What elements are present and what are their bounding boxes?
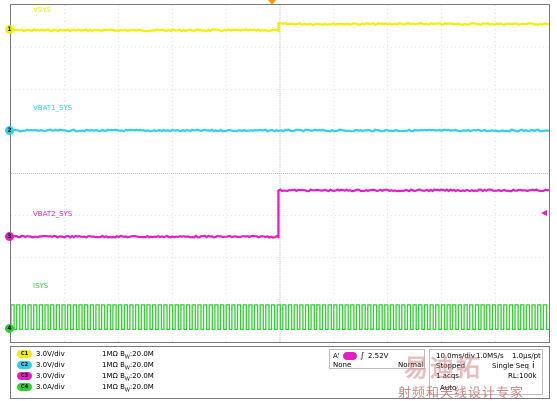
info-icon: i — [532, 361, 535, 371]
channel-row: C4 3.0A/div 1MΩ BW:20.0M — [17, 383, 154, 393]
trigger-label: A' — [333, 352, 340, 360]
channel-bw-value: :20.0M — [129, 361, 154, 369]
resolution: 1.0μs/pt — [512, 352, 541, 360]
channel-3-ground-marker: 3 — [5, 231, 14, 241]
record-length: RL:100k — [508, 372, 537, 380]
waveform-svg — [11, 5, 549, 342]
trace-label-vbat1_sys: VBAT1_SYS — [33, 103, 73, 112]
channel-impedance-bw: 1MΩ BW:20.0M — [102, 383, 154, 395]
trigger-level-marker — [541, 210, 547, 216]
trace-label-isys: ISYS — [33, 282, 49, 291]
channel-bw-value: :20.0M — [129, 350, 154, 358]
trace-isys — [11, 304, 549, 331]
channel-scale: 3.0V/div — [36, 361, 65, 369]
channel-scale: 3.0V/div — [36, 372, 65, 380]
channel-scale: 3.0V/div — [36, 350, 65, 358]
channel-impedance: 1MΩ — [102, 361, 121, 369]
trace-vbat1_sys — [11, 128, 549, 133]
watermark-text: 射频和天线设计专家 — [398, 386, 525, 401]
trace-label-vsys: VSYS — [33, 6, 51, 14]
channel-badge: C1 — [17, 350, 32, 358]
trace-label-vbat2_sys: VBAT2_SYS — [33, 209, 73, 218]
rising-edge-icon: ∫ — [360, 351, 365, 360]
channel-row: C2 3.0V/div 1MΩ BW:20.0M — [17, 361, 154, 371]
channel-badge: C3 — [17, 372, 32, 380]
channel-row: C3 3.0V/div 1MΩ BW:20.0M — [17, 372, 154, 382]
channel-badge: C2 — [17, 361, 32, 369]
channel-impedance: 1MΩ — [102, 372, 121, 380]
waveform-plot: VSYS 1 VBAT1_SYS 2 VBAT2_SYS 3 ISYS 4 — [5, 4, 550, 343]
channel-scale: 3.0A/div — [36, 383, 65, 391]
channel-row: C1 3.0V/div 1MΩ BW:20.0M — [17, 350, 154, 360]
channel-bw-value: :20.0M — [129, 372, 154, 380]
acq-seq: Single Seq — [492, 362, 529, 370]
channel-bw-value: :20.0M — [129, 383, 154, 391]
trigger-source: None — [333, 361, 352, 369]
trigger-level: 2.52V — [368, 352, 389, 360]
oscilloscope-screen: VSYS 1 VBAT1_SYS 2 VBAT2_SYS 3 ISYS 4 C1 3.0V/di… — [0, 0, 557, 401]
channel-badge: C4 — [17, 383, 32, 391]
watermark-logo: 易迪拓 — [404, 354, 482, 382]
channel-impedance: 1MΩ — [102, 350, 121, 358]
trigger-source-badge — [343, 352, 357, 360]
channel-impedance: 1MΩ — [102, 383, 121, 391]
